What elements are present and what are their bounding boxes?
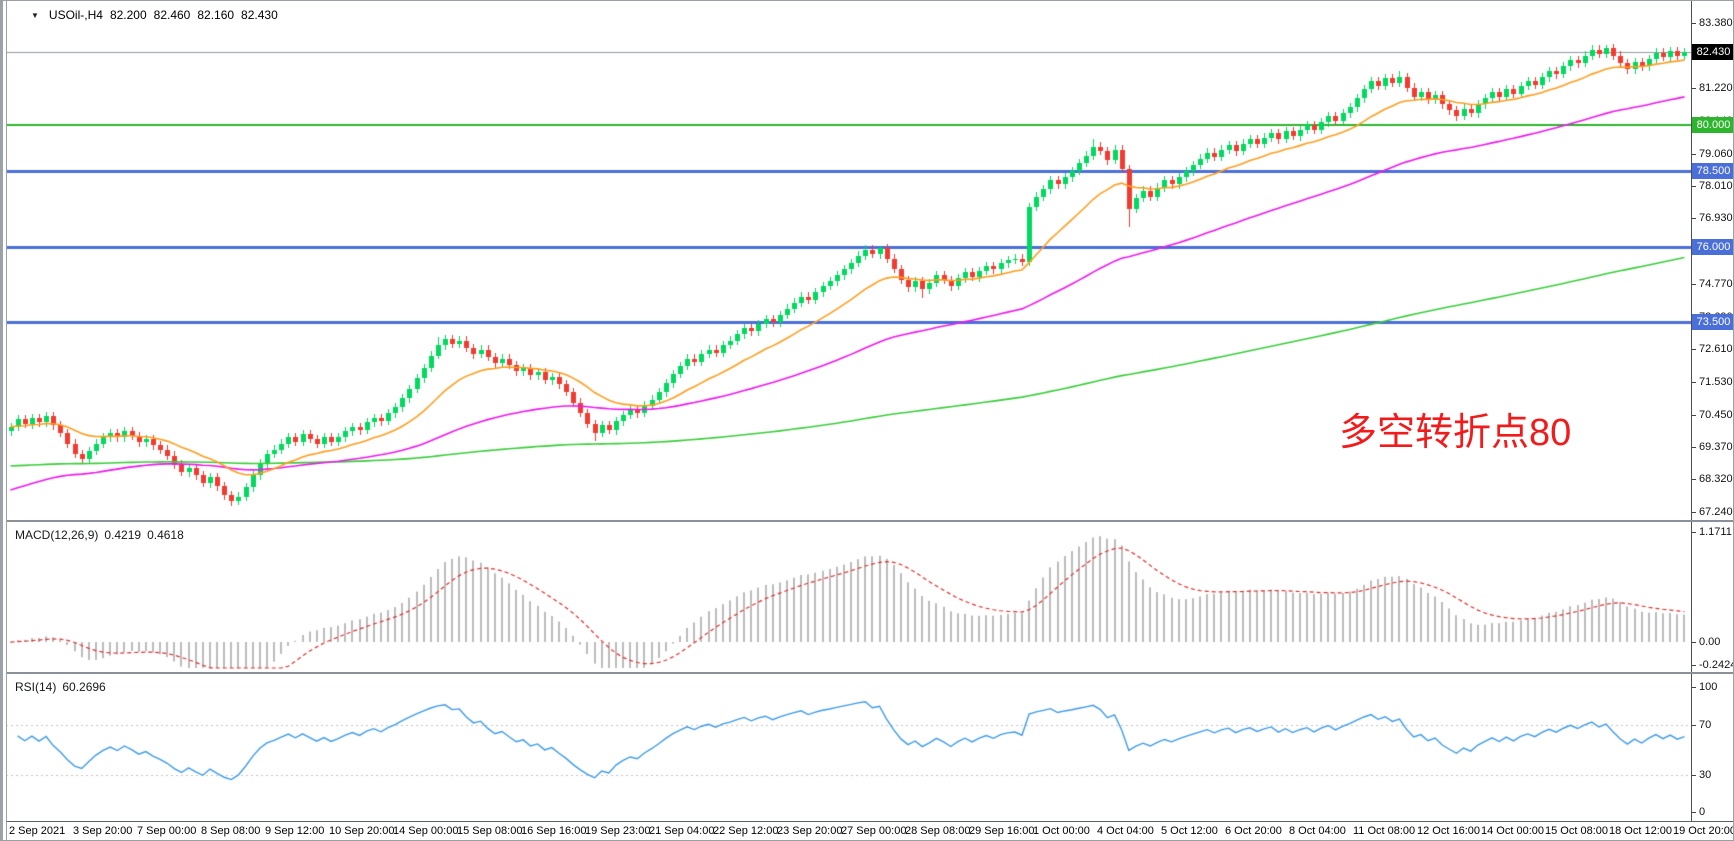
- macd-indicator-label: MACD(12,26,9) 0.4219 0.4618: [15, 528, 184, 542]
- price-level-badge: 78.500: [1692, 163, 1734, 179]
- time-axis-label: 4 Oct 04:00: [1097, 825, 1154, 837]
- time-axis[interactable]: 2 Sep 2021 3 Sep 20:00 7 Sep 00:00 8 Sep 08…: [1, 823, 1734, 841]
- rsi-indicator-label: RSI(14) 60.2696: [15, 680, 106, 694]
- macd-name: MACD(12,26,9): [15, 528, 98, 542]
- time-axis-label: 19 Oct 20:00: [1673, 825, 1734, 837]
- panel-separator[interactable]: [1, 672, 1734, 674]
- time-axis-label: 9 Sep 12:00: [265, 825, 324, 837]
- price-level-badge: 80.000: [1692, 117, 1734, 133]
- current-price-badge: 82.430: [1692, 44, 1734, 60]
- time-axis-label: 22 Sep 12:00: [713, 825, 778, 837]
- time-axis-label: 14 Oct 00:00: [1481, 825, 1544, 837]
- rsi-canvas[interactable]: [1, 674, 1691, 820]
- macd-axis-label: 1.1711: [1692, 524, 1732, 540]
- price-axis-tick: 83.380: [1692, 15, 1733, 31]
- close-value: 82.430: [241, 8, 278, 22]
- time-axis-label: 23 Sep 20:00: [777, 825, 842, 837]
- price-axis-tick: 70.450: [1692, 407, 1733, 423]
- low-value: 82.160: [197, 8, 234, 22]
- rsi-value: 60.2696: [62, 680, 105, 694]
- time-axis-label: 8 Sep 08:00: [201, 825, 260, 837]
- price-axis-tick: 76.930: [1692, 210, 1733, 226]
- chart-annotation-text: 多空转折点80: [1339, 401, 1571, 456]
- rsi-axis-label: 0: [1692, 804, 1705, 820]
- time-axis-label: 19 Sep 23:00: [585, 825, 650, 837]
- panel-separator[interactable]: [1, 520, 1734, 522]
- time-axis-label: 5 Oct 12:00: [1161, 825, 1218, 837]
- macd-axis-label: 0.00: [1692, 634, 1720, 650]
- time-axis-label: 16 Sep 16:00: [521, 825, 586, 837]
- time-axis-label: 15 Oct 08:00: [1545, 825, 1608, 837]
- chart-ohlc-header: ▼ USOil-,H4 82.200 82.460 82.160 82.430: [31, 8, 278, 22]
- time-axis-label: 18 Oct 12:00: [1609, 825, 1672, 837]
- price-axis-tick: 81.220: [1692, 80, 1733, 96]
- time-axis-label: 1 Oct 00:00: [1033, 825, 1090, 837]
- time-axis-label: 14 Sep 00:00: [393, 825, 458, 837]
- time-axis-label: 3 Sep 20:00: [73, 825, 132, 837]
- time-axis-label: 29 Sep 16:00: [969, 825, 1034, 837]
- symbol-timeframe-label: USOil-,H4: [49, 8, 103, 22]
- time-axis-label: 15 Sep 08:00: [457, 825, 522, 837]
- price-axis-tick: 78.010: [1692, 178, 1733, 194]
- time-axis-label: 11 Oct 08:00: [1353, 825, 1415, 837]
- price-axis-tick: 72.610: [1692, 341, 1733, 357]
- time-axis-separator: [1, 821, 1734, 822]
- price-axis-tick: 69.370: [1692, 439, 1733, 455]
- time-axis-label: 21 Sep 04:00: [649, 825, 714, 837]
- price-axis[interactable]: 83.38082.30081.22080.14079.06078.01076.9…: [1692, 1, 1734, 841]
- macd-axis-label: -0.2424: [1692, 657, 1734, 673]
- time-axis-label: 6 Oct 20:00: [1225, 825, 1282, 837]
- time-axis-label: 7 Sep 00:00: [137, 825, 196, 837]
- open-value: 82.200: [110, 8, 147, 22]
- price-axis-tick: 74.770: [1692, 276, 1733, 292]
- price-level-badge: 76.000: [1692, 239, 1734, 255]
- rsi-axis-label: 100: [1692, 679, 1717, 695]
- time-axis-label: 12 Oct 16:00: [1417, 825, 1480, 837]
- price-axis-tick: 71.530: [1692, 374, 1733, 390]
- price-axis-tick: 79.060: [1692, 146, 1733, 162]
- price-axis-tick: 67.240: [1692, 504, 1733, 520]
- time-axis-label: 2 Sep 2021: [9, 825, 65, 837]
- price-axis-tick: 68.320: [1692, 471, 1733, 487]
- rsi-name: RSI(14): [15, 680, 56, 694]
- macd-canvas[interactable]: [1, 522, 1691, 671]
- high-value: 82.460: [154, 8, 191, 22]
- rsi-axis-label: 30: [1692, 767, 1711, 783]
- mt4-chart-window: ▼ USOil-,H4 82.200 82.460 82.160 82.430 …: [0, 0, 1734, 841]
- rsi-axis-label: 70: [1692, 717, 1711, 733]
- macd-signal-value: 0.4618: [147, 528, 184, 542]
- price-level-badge: 73.500: [1692, 314, 1734, 330]
- window-left-border: [1, 1, 7, 841]
- time-axis-label: 10 Sep 20:00: [329, 825, 394, 837]
- time-axis-label: 27 Sep 00:00: [841, 825, 906, 837]
- time-axis-label: 8 Oct 04:00: [1289, 825, 1346, 837]
- symbol-dropdown-icon[interactable]: ▼: [31, 11, 39, 20]
- macd-main-value: 0.4219: [104, 528, 141, 542]
- time-axis-label: 28 Sep 08:00: [905, 825, 970, 837]
